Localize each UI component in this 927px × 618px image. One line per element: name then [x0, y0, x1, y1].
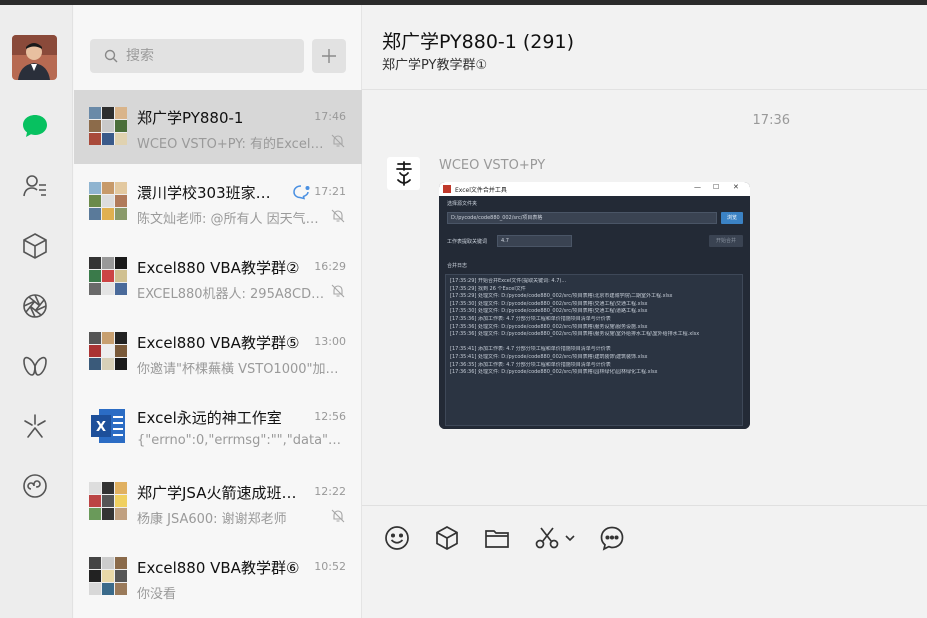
chat-time: 10:52 [314, 560, 346, 573]
group-avatar [89, 107, 127, 145]
chat-time: 17:46 [314, 110, 346, 123]
chat-name: Excel880 VBA教学群⑤ [137, 334, 300, 352]
mention-bubble-icon [293, 185, 310, 200]
channels-butterfly-icon[interactable] [20, 351, 50, 381]
group-avatar [89, 557, 127, 595]
chat-item-vba-group-5[interactable]: Excel880 VBA教学群⑤ 13:00 你邀请"杯棵蕪橫 VSTO1000… [74, 315, 362, 389]
add-chat-button[interactable] [312, 39, 346, 73]
mini-programs-icon[interactable] [20, 471, 50, 501]
sender-name: WCEO VSTO+PY [439, 158, 546, 173]
chat-time: 13:00 [314, 335, 346, 348]
log-line: [17:36:35] 添加工作表: 4.7 分部分项工程和单价措施项目清单与计价… [450, 361, 611, 368]
nav-rail [0, 5, 73, 618]
shot-folder-label: 选择源文件夹 [447, 201, 478, 207]
shot-sheet-value: 4.7 [497, 235, 572, 247]
chat-preview: 你没看 [137, 587, 177, 602]
chat-name: 郑广学PY880-1 [137, 109, 244, 127]
conversation-pane: 郑广学PY880-1 (291) 郑广学PY教学群① 17:36 WCEO VS… [362, 5, 927, 618]
chat-item-jsa-class[interactable]: 郑广学JSA火箭速成班学员群 12:22 杨康 JSA600: 谢谢郑老师 [74, 465, 362, 539]
chat-name: Excel永远的神工作室 [137, 409, 282, 427]
chat-preview: WCEO VSTO+PY: 有的Excel文件 [137, 137, 325, 152]
chat-time: 12:56 [314, 410, 346, 423]
chat-nav-icon[interactable] [20, 111, 50, 141]
chat-name: Excel880 VBA教学群② [137, 259, 300, 277]
shot-folder-path: D:/pycode/code880_002/src/项目表格 [447, 212, 717, 224]
shot-body: 选择源文件夹 D:/pycode/code880_002/src/项目表格 浏览… [439, 196, 750, 429]
mute-bell-icon [331, 509, 345, 523]
minimize-icon: — [694, 183, 701, 191]
log-line: [17:35:29] 找到 26 个Excel文件 [450, 285, 526, 292]
log-line: [17:35:30] 处理文件: D:/pycode/code880_002/s… [450, 308, 648, 315]
folder-icon[interactable] [482, 523, 512, 553]
shot-window-title: Excel文件合并工具 [455, 186, 507, 194]
chat-name: 澴川学校303班家长群 [137, 184, 282, 202]
chat-preview: {"errno":0,"errmsg":"","data":"ok"} [137, 433, 342, 448]
shot-log-label: 合并日志 [447, 263, 468, 269]
conversation-title: 郑广学PY880-1 (291) [382, 31, 574, 53]
app-icon [443, 185, 451, 193]
search-icon [104, 49, 118, 63]
emoji-icon[interactable] [382, 523, 412, 553]
chat-name: 郑广学JSA火箭速成班学员群 [137, 484, 307, 502]
message-image[interactable]: Excel文件合并工具 — ☐ ✕ 选择源文件夹 D:/pycode/code8… [439, 182, 750, 429]
chat-history-icon[interactable] [597, 523, 627, 553]
message-input-area[interactable] [362, 505, 927, 618]
chat-item-vba-group-2[interactable]: Excel880 VBA教学群② 16:29 EXCEL880机器人: 295A… [74, 240, 362, 314]
chat-preview: 杨康 JSA600: 谢谢郑老师 [137, 512, 287, 527]
log-line: [17:35:29] 开始合并Excel文件(提取关键词: 4.7)... [450, 278, 567, 284]
chat-name: Excel880 VBA教学群⑥ [137, 559, 300, 577]
svg-text:X: X [96, 420, 106, 435]
favorites-cube-icon[interactable] [20, 231, 50, 261]
plus-icon [322, 49, 336, 63]
chevron-down-icon[interactable] [562, 523, 578, 553]
shot-titlebar: Excel文件合并工具 — ☐ ✕ [439, 182, 750, 196]
log-line: [17:35:36] 添加工作表: 4.7 分部分项工程和单价措施项目清单与计价… [450, 315, 611, 322]
chat-preview: EXCEL880机器人: 295A8CD已发 [137, 287, 325, 302]
discover-sparkle-icon[interactable] [20, 411, 50, 441]
shot-start-button: 开始合并 [709, 235, 743, 247]
close-icon: ✕ [733, 183, 739, 191]
group-avatar [89, 182, 127, 220]
log-line: [17:36:36] 处理文件: D:/pycode/code880_002/s… [450, 369, 658, 376]
log-line: [17:35:41] 处理文件: D:/pycode/code880_002/s… [450, 353, 648, 360]
chat-preview: 你邀请"杯棵蕪橫 VSTO1000"加入了群聊 [137, 362, 342, 377]
chat-preview: 陈文灿老师: @所有人 因天气原因 [137, 212, 325, 227]
shot-log: [17:35:29] 开始合并Excel文件(提取关键词: 4.7)... [1… [445, 274, 743, 426]
chat-item-parents-group[interactable]: 澴川学校303班家长群 17:21 陈文灿老师: @所有人 因天气原因 [74, 165, 362, 239]
my-avatar[interactable] [12, 35, 57, 80]
maximize-icon: ☐ [713, 183, 720, 191]
mute-bell-icon [331, 209, 345, 223]
scissors-icon[interactable] [532, 523, 562, 553]
mute-bell-icon [331, 134, 345, 148]
chat-time: 12:22 [314, 485, 346, 498]
group-avatar [89, 257, 127, 295]
chat-list-pane: 郑广学PY880-1 17:46 WCEO VSTO+PY: 有的Excel文件… [74, 5, 362, 618]
moments-aperture-icon[interactable] [20, 291, 50, 321]
log-line: [17:35:41] 添加工作表: 4.7 分部分项工程和单价措施项目清单与计价… [450, 346, 611, 353]
chat-item-excel-studio[interactable]: X Excel永远的神工作室 12:56 {"errno":0,"errmsg"… [74, 390, 362, 464]
search-box[interactable] [90, 39, 304, 73]
chat-item-vba-group-6[interactable]: Excel880 VBA教学群⑥ 10:52 你没看 [74, 540, 362, 614]
sender-avatar[interactable] [387, 157, 420, 190]
shot-sheet-label: 工作表提取关键词 [447, 239, 488, 245]
search-input[interactable] [126, 48, 296, 64]
contacts-nav-icon[interactable] [20, 171, 50, 201]
favorites-cube-icon[interactable] [432, 523, 462, 553]
chat-time: 16:29 [314, 260, 346, 273]
mute-bell-icon [331, 284, 345, 298]
log-line: [17:35:30] 处理文件: D:/pycode/code880_002/s… [450, 300, 648, 307]
log-line: [17:35:29] 处理文件: D:/pycode/code880_002/s… [450, 293, 673, 300]
chat-item-py880-1[interactable]: 郑广学PY880-1 17:46 WCEO VSTO+PY: 有的Excel文件 [74, 90, 362, 164]
shot-browse-button: 浏览 [721, 212, 743, 224]
conversation-header: 郑广学PY880-1 (291) 郑广学PY教学群① [362, 5, 927, 90]
group-avatar [89, 482, 127, 520]
log-line: [17:35:36] 处理文件: D:/pycode/code880_002/s… [450, 331, 700, 338]
chat-time: 17:21 [314, 185, 346, 198]
log-line: [17:35:36] 处理文件: D:/pycode/code880_002/s… [450, 323, 648, 330]
conversation-subtitle: 郑广学PY教学群① [382, 58, 488, 73]
excel-logo-avatar: X [89, 407, 127, 445]
group-avatar [89, 332, 127, 370]
message-timestamp: 17:36 [752, 113, 790, 128]
